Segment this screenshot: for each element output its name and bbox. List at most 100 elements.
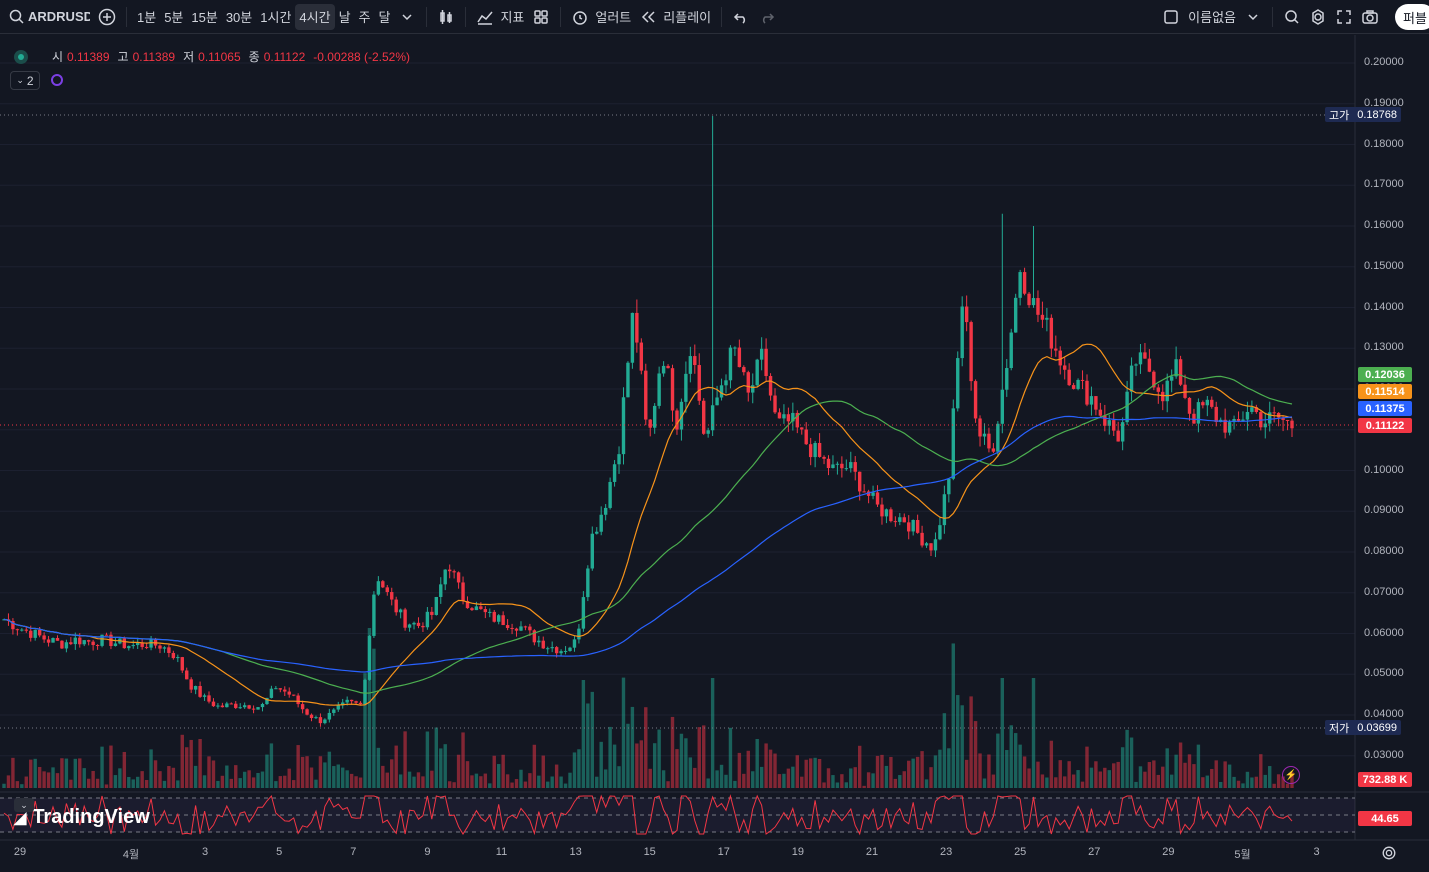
- collapse-indicators-button[interactable]: ⌄ 2: [10, 71, 40, 90]
- volume-bar: [95, 778, 100, 788]
- volume-bar: [1178, 742, 1183, 788]
- volume-bar: [862, 785, 866, 788]
- volume-bar: [1285, 783, 1290, 788]
- volume-bar: [880, 754, 884, 788]
- candle-body: [1000, 389, 1005, 424]
- volume-bar: [840, 774, 844, 788]
- candle-body: [198, 686, 202, 697]
- visibility-dot-icon[interactable]: [14, 49, 28, 64]
- volume-bar: [648, 768, 652, 788]
- candle-body: [956, 358, 960, 409]
- axis-settings-button[interactable]: [1381, 845, 1399, 864]
- volume-bar: [586, 703, 590, 788]
- moving-averages: [3, 343, 1293, 706]
- volume-bar: [568, 772, 572, 788]
- candle-body: [702, 400, 706, 434]
- candle-body: [1241, 419, 1245, 421]
- candle-body: [1031, 298, 1036, 306]
- rsi-collapse-button[interactable]: ⌄: [14, 798, 34, 812]
- gear-icon: [1381, 845, 1399, 863]
- candle-body: [171, 652, 176, 659]
- volume-bar: [978, 753, 982, 788]
- chevron-down-icon: ⌄: [16, 75, 24, 85]
- candle-body: [884, 509, 889, 517]
- candle-body: [782, 414, 786, 419]
- candle-body: [813, 442, 817, 458]
- time-tick: 5월: [1234, 849, 1251, 861]
- candle-body: [554, 647, 559, 654]
- price-tick: 0.14000: [1364, 300, 1404, 313]
- high-tag-value: 0.18768: [1357, 108, 1398, 121]
- volume-bar: [1098, 771, 1103, 788]
- candle-body: [764, 348, 768, 377]
- ohlc-legend: 시 0.11389 고 0.11389 저 0.11065 종 0.11122 -0.0…: [14, 48, 414, 65]
- time-tick: 29: [1162, 846, 1175, 858]
- volume-bar: [242, 771, 247, 788]
- candle-body: [1129, 365, 1134, 392]
- volume-bar: [728, 727, 733, 788]
- volume-bar: [1103, 767, 1107, 788]
- volume-bar: [6, 775, 11, 788]
- candle-body: [434, 596, 439, 615]
- price-tick: 0.18000: [1364, 137, 1404, 150]
- volume-bar: [211, 760, 216, 788]
- volume-bar: [354, 776, 358, 788]
- candle-body: [933, 539, 938, 551]
- candle-body: [581, 597, 586, 629]
- candle-body: [447, 569, 452, 572]
- candle-body: [733, 347, 737, 349]
- volume-bar: [893, 778, 898, 788]
- volume-bar: [933, 755, 938, 788]
- candle-body: [37, 629, 42, 636]
- volume-bar: [1000, 678, 1005, 788]
- candle-body: [439, 584, 443, 597]
- candle-body: [425, 611, 430, 628]
- volume-bar: [278, 776, 283, 788]
- volume-bar: [773, 753, 777, 788]
- volume-bar: [1058, 760, 1062, 788]
- candle-body: [354, 701, 358, 703]
- candle-body: [1067, 369, 1071, 386]
- time-tick: 19: [791, 846, 805, 858]
- candle-body: [844, 468, 849, 470]
- candle-body: [381, 581, 385, 588]
- candle-body: [786, 414, 791, 422]
- candle-body: [140, 643, 144, 647]
- time-tick: 25: [1014, 846, 1027, 858]
- close-label: 종: [248, 50, 260, 64]
- volume-bar: [684, 738, 688, 788]
- volume-bar: [510, 782, 514, 788]
- lightning-icon[interactable]: ⚡: [1282, 766, 1300, 784]
- volume-bar: [786, 768, 791, 788]
- rsi-pane: [0, 794, 1355, 836]
- candle-body: [626, 362, 630, 398]
- volume-bar: [661, 770, 666, 788]
- volume-bar: [55, 773, 60, 788]
- time-tick: 17: [717, 846, 730, 858]
- ma-fast-line: [3, 343, 1293, 706]
- volume-bar: [652, 743, 657, 788]
- candle-body: [996, 423, 1000, 452]
- indicator-loading-icon: [51, 74, 63, 86]
- candle-body: [612, 464, 617, 482]
- candle-body: [773, 395, 777, 413]
- volume-bar: [737, 752, 742, 788]
- candle-body: [127, 646, 131, 649]
- volume-bar: [911, 758, 915, 788]
- candle-body: [559, 651, 563, 654]
- volume-bar: [1125, 729, 1129, 788]
- volume-bar: [755, 739, 759, 788]
- volume-bar: [349, 773, 354, 788]
- candle-body: [385, 587, 389, 593]
- candle-body: [283, 689, 287, 692]
- volume-bar: [599, 741, 603, 788]
- candle-body: [621, 397, 626, 455]
- candle-body: [973, 381, 978, 419]
- volume-bar: [185, 747, 189, 788]
- chart-grid: [0, 35, 1429, 841]
- time-tick: 13: [569, 846, 582, 858]
- candle-body: [238, 707, 242, 709]
- price-chart[interactable]: [0, 0, 1429, 872]
- candle-body: [853, 462, 857, 472]
- volume-bar: [929, 767, 933, 788]
